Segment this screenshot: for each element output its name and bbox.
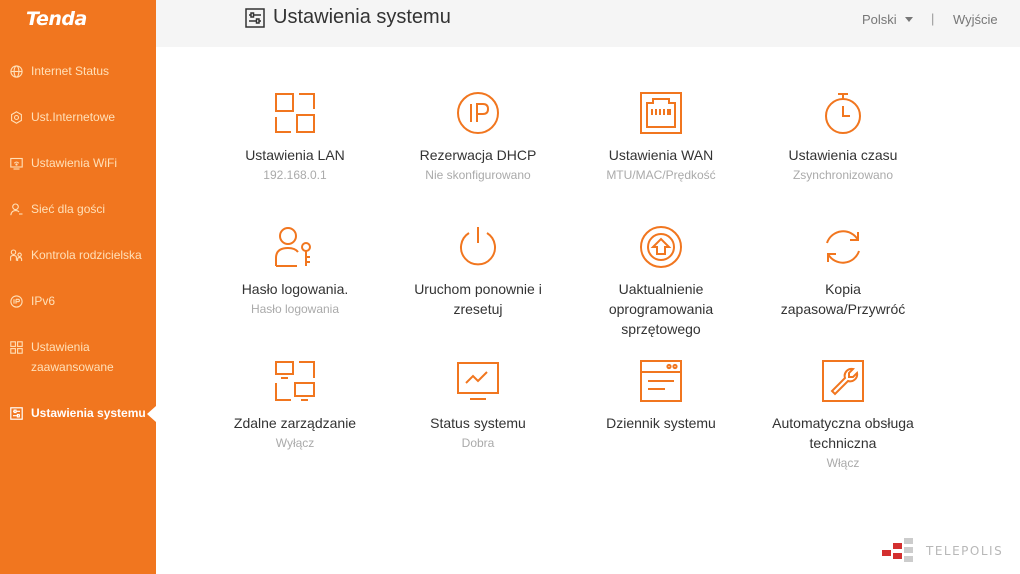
- gear-icon: [10, 107, 24, 127]
- sidebar-item-system-settings[interactable]: Ustawienia systemu: [10, 403, 156, 423]
- tile-title: Rezerwacja DHCP: [419, 147, 537, 163]
- sidebar-item-label: Ustawienia systemu: [31, 406, 146, 420]
- chevron-down-icon: [904, 17, 913, 22]
- sidebar-item-label: Ust.Internetowe: [31, 110, 116, 124]
- tile-title: Ustawienia czasu: [788, 147, 898, 163]
- power-icon: [460, 227, 496, 266]
- sidebar-item-label: Kontrola rodzicielska: [31, 248, 142, 262]
- sidebar: Tenda Internet Status Ust.Internetowe Us…: [0, 0, 156, 574]
- sidebar-item-internet-status[interactable]: Internet Status: [10, 61, 156, 81]
- tile-login-password[interactable]: Hasło logowania. Hasło logowania: [205, 225, 385, 319]
- upgrade-icon: [640, 226, 682, 268]
- grid-icon: [10, 337, 24, 357]
- stopwatch-icon: [825, 93, 861, 134]
- tile-title: Zdalne zarządzanie: [233, 415, 357, 431]
- tenda-logo: Tenda: [26, 8, 87, 30]
- language-label: Polski: [862, 12, 897, 27]
- parental-control-icon: [10, 245, 24, 265]
- tile-title: Dziennik systemu: [606, 415, 716, 431]
- tile-auto-maintenance[interactable]: Automatyczna obsługa techniczna Włącz: [753, 359, 933, 473]
- tile-title: Hasło logowania.: [241, 281, 349, 297]
- tile-title: Uruchom ponownie i zresetuj: [414, 281, 542, 317]
- tile-firmware-upgrade[interactable]: Uaktualnienie oprogramowania sprzętowego: [571, 225, 751, 339]
- telepolis-wordmark: TELEPOLIS: [926, 544, 1004, 558]
- tile-lan-settings[interactable]: Ustawienia LAN 192.168.0.1: [205, 91, 385, 185]
- page-title-text: Ustawienia systemu: [273, 6, 451, 28]
- tile-reboot-reset[interactable]: Uruchom ponownie i zresetuj: [388, 225, 568, 319]
- sliders-icon: [10, 403, 24, 423]
- user-key-icon: [275, 227, 311, 267]
- tile-status: 192.168.0.1: [263, 168, 327, 182]
- tile-system-status[interactable]: Status systemu Dobra: [388, 359, 568, 453]
- telepolis-logo-icon: [882, 538, 913, 562]
- tile-title: Ustawienia WAN: [608, 147, 714, 163]
- wrench-icon: [822, 360, 864, 402]
- sidebar-item-label: Internet Status: [31, 64, 110, 78]
- tile-status: Hasło logowania: [250, 302, 340, 316]
- globe-icon: [10, 61, 24, 81]
- lan-icon: [275, 93, 315, 133]
- sidebar-item-wifi[interactable]: Ustawienia WiFi: [10, 153, 156, 173]
- guest-user-icon: [10, 199, 24, 219]
- logout-link[interactable]: Wyjście: [953, 12, 998, 27]
- tile-backup-restore[interactable]: Kopia zapasowa/Przywróć: [753, 225, 933, 319]
- telepolis-watermark: TELEPOLIS: [882, 538, 1003, 564]
- tile-dhcp-reservation[interactable]: Rezerwacja DHCP Nie skonfigurowano: [388, 91, 568, 185]
- sidebar-item-ipv6[interactable]: IPv6: [10, 291, 156, 311]
- ipv6-icon: [10, 291, 24, 311]
- refresh-icon: [826, 230, 860, 264]
- tile-status: Wyłącz: [275, 436, 315, 450]
- ethernet-port-icon: [640, 92, 682, 134]
- tile-status: MTU/MAC/Prędkość: [606, 168, 716, 182]
- sidebar-item-label: Ustawienia zaawansowane: [31, 340, 114, 374]
- tile-time-settings[interactable]: Ustawienia czasu Zsynchronizowano: [753, 91, 933, 185]
- tile-title: Uaktualnienie oprogramowania sprzętowego: [608, 281, 714, 337]
- sidebar-item-guest-network[interactable]: Sieć dla gości: [10, 199, 156, 219]
- language-select[interactable]: Polski: [862, 12, 913, 27]
- header-separator: |: [931, 11, 935, 26]
- tile-system-log[interactable]: Dziennik systemu: [571, 359, 751, 433]
- sidebar-item-label: IPv6: [31, 294, 56, 308]
- sidebar-item-label: Ustawienia WiFi: [31, 156, 118, 170]
- tile-wan-settings[interactable]: Ustawienia WAN MTU/MAC/Prędkość: [571, 91, 751, 185]
- sidebar-item-internet-settings[interactable]: Ust.Internetowe: [10, 107, 156, 127]
- header-bar: Ustawienia systemu Polski | Wyjście: [156, 0, 1020, 47]
- tile-status: Dobra: [461, 436, 495, 450]
- tile-remote-management[interactable]: Zdalne zarządzanie Wyłącz: [205, 359, 385, 453]
- tile-title: Kopia zapasowa/Przywróć: [780, 281, 906, 317]
- sidebar-item-advanced-settings[interactable]: Ustawienia zaawansowane: [10, 337, 120, 377]
- tile-title: Automatyczna obsługa techniczna: [772, 415, 914, 451]
- sliders-icon: [245, 7, 265, 28]
- wifi-screen-icon: [10, 153, 24, 173]
- sidebar-item-label: Sieć dla gości: [31, 202, 106, 216]
- tile-status: Nie skonfigurowano: [425, 168, 531, 182]
- tile-title: Ustawienia LAN: [245, 147, 345, 163]
- tile-status: Zsynchronizowano: [792, 168, 894, 182]
- remote-management-icon: [275, 361, 315, 401]
- log-window-icon: [640, 360, 682, 402]
- tile-status: Włącz: [826, 456, 860, 470]
- sidebar-item-parental-control[interactable]: Kontrola rodzicielska: [10, 245, 156, 265]
- tile-title: Status systemu: [430, 415, 526, 431]
- ip-icon: [457, 92, 499, 134]
- monitor-chart-icon: [457, 362, 499, 400]
- page-title: Ustawienia systemu: [245, 6, 451, 29]
